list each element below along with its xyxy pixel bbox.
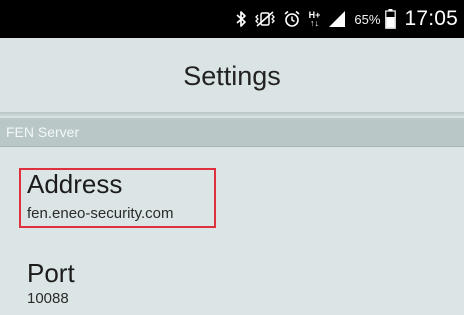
preference-summary: fen.eneo-security.com — [27, 205, 174, 222]
page-title: Settings — [183, 61, 281, 91]
vibrate-mute-icon — [254, 10, 275, 28]
status-bar: H+ ↑↓ 65% 17:05 — [0, 0, 464, 38]
battery-percent: 65% — [354, 11, 381, 27]
bluetooth-icon — [235, 10, 247, 28]
network-hplus-icon: H+ ↑↓ — [309, 11, 321, 28]
preference-port[interactable]: Port 10088 — [0, 244, 464, 315]
signal-icon — [328, 10, 346, 28]
alarm-icon — [283, 10, 301, 28]
preference-title: Port — [27, 258, 75, 288]
network-activity-arrows: ↑↓ — [310, 18, 320, 28]
section-header: FEN Server — [0, 118, 464, 147]
preference-summary: 10088 — [27, 290, 69, 307]
battery-icon — [385, 9, 397, 29]
clock: 17:05 — [404, 7, 458, 30]
action-bar: Settings — [0, 38, 464, 116]
status-icons: H+ ↑↓ 65% 17:05 — [235, 0, 458, 38]
preference-title: Address — [27, 169, 123, 199]
section-label: FEN Server — [6, 124, 80, 140]
preference-address[interactable]: Address fen.eneo-security.com — [0, 148, 464, 244]
